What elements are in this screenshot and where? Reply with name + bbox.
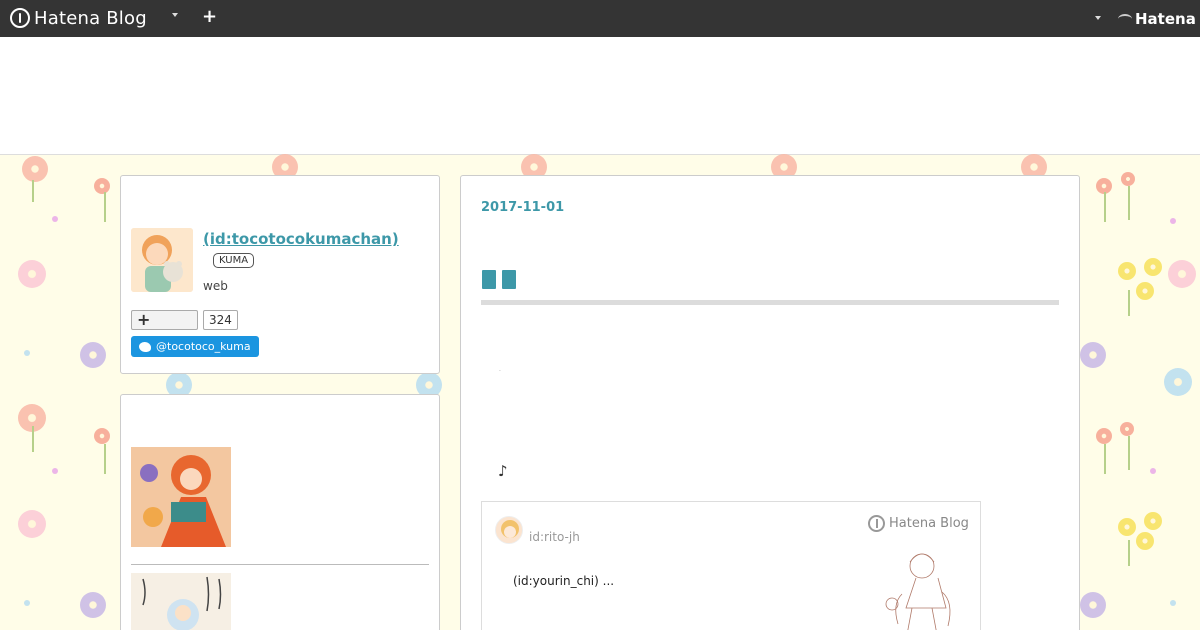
profile-description: web bbox=[203, 279, 228, 293]
profile-badge: KUMA bbox=[213, 253, 255, 268]
thumbnail-divider bbox=[131, 564, 429, 565]
title-divider bbox=[481, 300, 1059, 305]
embed-hatena-blog-logo: Hatena Blog bbox=[868, 515, 969, 532]
flower-stem-decoration bbox=[1128, 540, 1130, 566]
flower-decoration bbox=[1144, 258, 1162, 276]
entry-title-glyph bbox=[482, 270, 496, 289]
flower-stem-decoration bbox=[1104, 192, 1106, 222]
embed-excerpt: (id:yourin_chi) ... bbox=[513, 574, 615, 588]
hatena-blog-logo-icon bbox=[868, 515, 885, 532]
flower-decoration bbox=[1136, 532, 1154, 550]
embed-sketch-image bbox=[885, 553, 951, 630]
flower-decoration bbox=[80, 592, 106, 618]
twitter-bird-icon bbox=[139, 341, 151, 352]
flower-decoration bbox=[22, 156, 48, 182]
profile-avatar[interactable] bbox=[131, 228, 193, 292]
flower-stem-decoration bbox=[104, 192, 106, 222]
flower-decoration bbox=[1144, 512, 1162, 530]
embed-logo-text: Hatena Blog bbox=[889, 516, 969, 531]
entry-title-glyph bbox=[502, 270, 516, 289]
flower-stem-decoration bbox=[32, 426, 34, 452]
flower-decoration bbox=[1164, 368, 1192, 396]
embedded-blog-card[interactable]: id:rito-jh Hatena Blog (id:yourin_chi) .… bbox=[481, 501, 981, 630]
user-menu-chevron-down-icon[interactable] bbox=[1095, 16, 1101, 20]
flower-decoration bbox=[1080, 592, 1106, 618]
blog-header-banner bbox=[0, 37, 1200, 155]
blog-menu-chevron-down-icon[interactable] bbox=[172, 13, 178, 17]
flower-decoration bbox=[1168, 260, 1196, 288]
entry-article: 2017-11-01 · ♪ id:rito-jh Hatena Blog (i… bbox=[460, 175, 1080, 630]
dot-decoration bbox=[1150, 468, 1156, 474]
hatena-brand-text: Hatena bbox=[1135, 10, 1196, 28]
flower-stem-decoration bbox=[1128, 290, 1130, 316]
dot-decoration bbox=[52, 468, 58, 474]
plus-icon[interactable]: + bbox=[202, 8, 217, 26]
flower-decoration bbox=[94, 428, 110, 444]
flower-stem-decoration bbox=[32, 180, 34, 202]
flower-stem-decoration bbox=[1128, 186, 1130, 220]
dot-decoration bbox=[1170, 218, 1176, 224]
dot-decoration bbox=[52, 216, 58, 222]
embed-author-id[interactable]: id:rito-jh bbox=[529, 530, 580, 544]
hatena-blog-logo-text: Hatena Blog bbox=[34, 7, 147, 29]
flower-decoration bbox=[1121, 172, 1135, 186]
music-note: ♪ bbox=[498, 462, 508, 480]
profile-module: (id:tocotocokumachan) KUMA web + 324 @to… bbox=[120, 175, 440, 374]
entry-date[interactable]: 2017-11-01 bbox=[481, 200, 564, 215]
hatena-blog-logo-icon bbox=[10, 8, 30, 28]
flower-decoration bbox=[1096, 428, 1112, 444]
flower-decoration bbox=[1118, 518, 1136, 536]
flower-stem-decoration bbox=[1104, 444, 1106, 474]
global-header: Hatena Blog + Hatena bbox=[0, 0, 1200, 37]
flower-decoration bbox=[94, 178, 110, 194]
flower-stem-decoration bbox=[104, 444, 106, 474]
profile-name-link[interactable]: (id:tocotocokumachan) bbox=[203, 230, 399, 248]
follow-button[interactable]: + bbox=[131, 310, 198, 330]
dot-decoration bbox=[1170, 600, 1176, 606]
embed-author-avatar[interactable] bbox=[495, 516, 523, 544]
hatena-fan-icon bbox=[1118, 14, 1132, 24]
flower-decoration bbox=[1080, 342, 1106, 368]
flower-decoration bbox=[1118, 262, 1136, 280]
entry-thumbnail[interactable] bbox=[131, 447, 231, 547]
dot-decoration bbox=[24, 600, 30, 606]
entry-title[interactable] bbox=[482, 270, 516, 289]
flower-stem-decoration bbox=[1128, 436, 1130, 470]
hatena-brand-link[interactable]: Hatena bbox=[1118, 10, 1196, 28]
dot-decoration bbox=[24, 350, 30, 356]
flower-decoration bbox=[18, 510, 46, 538]
twitter-follow-button[interactable]: @tocotoco_kuma bbox=[131, 336, 259, 357]
hatena-blog-logo[interactable]: Hatena Blog bbox=[10, 6, 147, 30]
entry-body-mark: · bbox=[499, 368, 501, 375]
entry-thumbnail[interactable] bbox=[131, 573, 231, 630]
twitter-handle: @tocotoco_kuma bbox=[156, 340, 251, 353]
follow-plus-icon: + bbox=[137, 310, 151, 329]
flower-decoration bbox=[1120, 422, 1134, 436]
recent-images-module bbox=[120, 394, 440, 630]
flower-decoration bbox=[1136, 282, 1154, 300]
follower-count: 324 bbox=[203, 310, 238, 330]
flower-decoration bbox=[80, 342, 106, 368]
flower-decoration bbox=[18, 260, 46, 288]
